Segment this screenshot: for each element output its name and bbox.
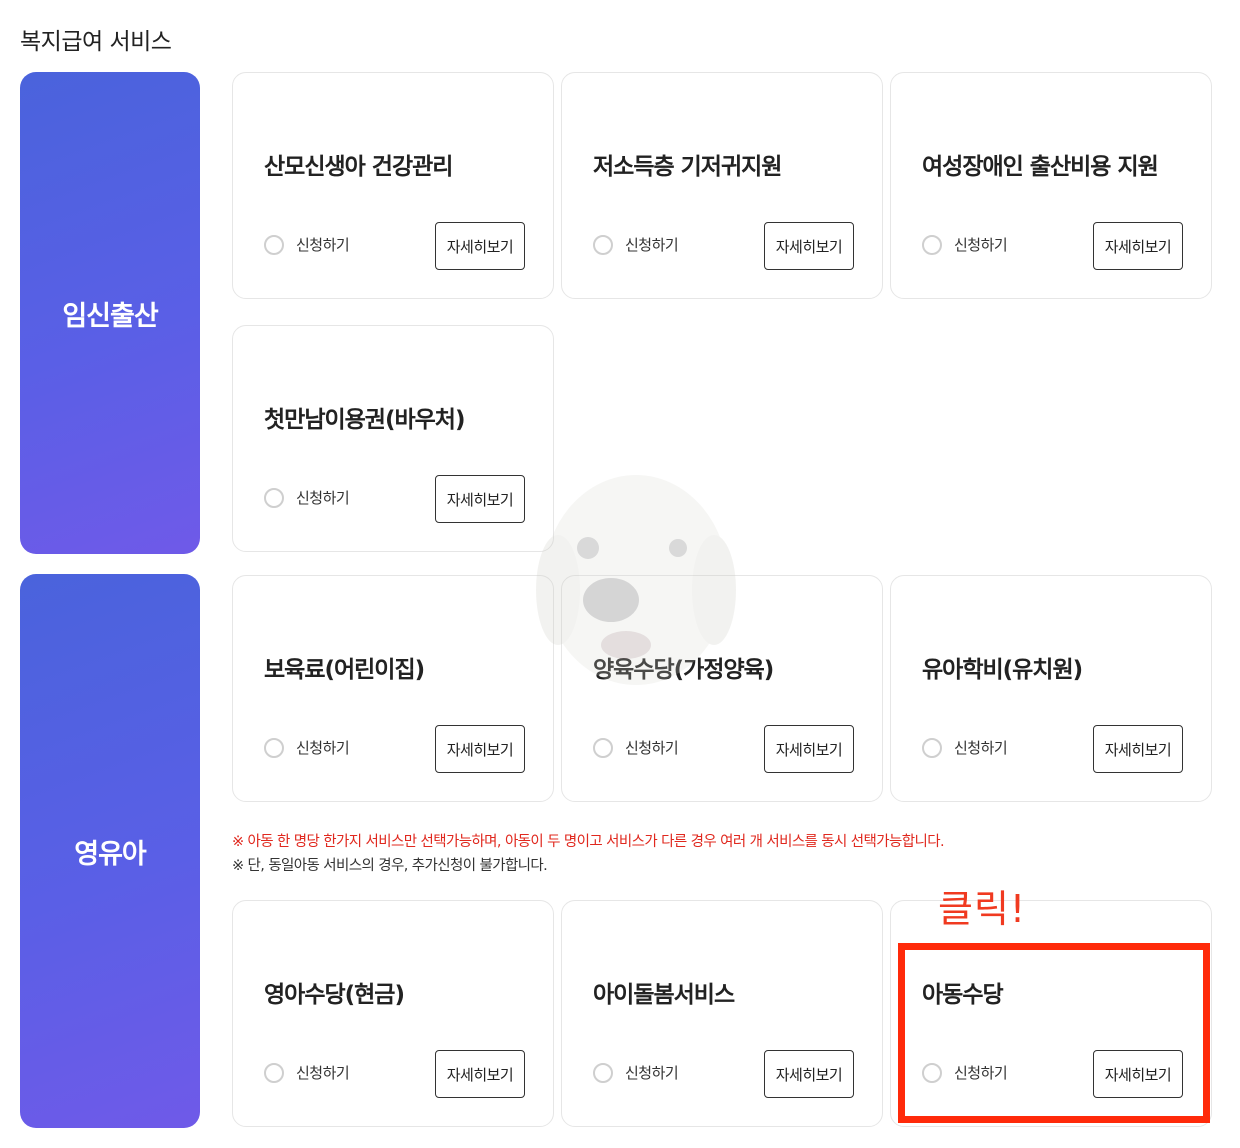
apply-radio[interactable]: 신청하기 [264,487,350,508]
service-title: 유아학비(유치원) [922,657,1083,683]
radio-circle[interactable] [264,234,284,255]
radio-circle[interactable] [593,737,613,758]
apply-label: 신청하기 [625,1064,679,1082]
radio-circle[interactable] [264,487,284,508]
apply-label: 신청하기 [296,739,350,757]
service-card: 저소득층 기저귀지원 신청하기 자세히보기 [561,72,883,299]
apply-label: 신청하기 [954,739,1008,757]
detail-button[interactable]: 자세히보기 [435,475,525,523]
service-card: 아이돌봄서비스 신청하기 자세히보기 [561,900,883,1127]
radio-circle[interactable] [922,234,942,255]
apply-radio[interactable]: 신청하기 [264,737,350,758]
notice-gray: ※ 단, 동일아동 서비스의 경우, 추가신청이 불가합니다. [232,858,548,874]
radio-circle[interactable] [593,234,613,255]
detail-button[interactable]: 자세히보기 [764,725,854,773]
apply-label: 신청하기 [296,1064,350,1082]
category-label: 영유아 [74,838,147,870]
radio-circle[interactable] [264,737,284,758]
detail-button[interactable]: 자세히보기 [1093,222,1183,270]
apply-label: 신청하기 [625,236,679,254]
service-title: 여성장애인 출산비용 지원 [922,154,1159,180]
apply-radio[interactable]: 신청하기 [264,1062,350,1083]
apply-radio[interactable]: 신청하기 [922,737,1008,758]
notice-red: ※ 아동 한 명당 한가지 서비스만 선택가능하며, 아동이 두 명이고 서비스… [232,834,945,850]
apply-label: 신청하기 [625,739,679,757]
service-card-child-allowance: 아동수당 신청하기 자세히보기 [890,900,1212,1127]
service-card: 양육수당(가정양육) 신청하기 자세히보기 [561,575,883,802]
service-title: 영아수당(현금) [264,982,405,1008]
detail-button[interactable]: 자세히보기 [435,1050,525,1098]
page-title: 복지급여 서비스 [20,29,172,55]
apply-radio[interactable]: 신청하기 [264,234,350,255]
radio-circle[interactable] [922,737,942,758]
service-card: 첫만남이용권(바우처) 신청하기 자세히보기 [232,325,554,552]
service-card: 여성장애인 출산비용 지원 신청하기 자세히보기 [890,72,1212,299]
service-title: 산모신생아 건강관리 [264,154,453,180]
service-card: 유아학비(유치원) 신청하기 자세히보기 [890,575,1212,802]
category-pregnancy: 임신출산 [20,72,200,554]
detail-button[interactable]: 자세히보기 [435,725,525,773]
radio-circle[interactable] [922,1062,942,1083]
detail-button[interactable]: 자세히보기 [1093,725,1183,773]
service-card: 보육료(어린이집) 신청하기 자세히보기 [232,575,554,802]
service-title: 보육료(어린이집) [264,657,425,683]
apply-radio[interactable]: 신청하기 [593,234,679,255]
apply-radio[interactable]: 신청하기 [593,1062,679,1083]
service-title: 양육수당(가정양육) [593,657,774,683]
service-card: 산모신생아 건강관리 신청하기 자세히보기 [232,72,554,299]
radio-circle[interactable] [264,1062,284,1083]
category-label: 임신출산 [62,300,158,332]
apply-label: 신청하기 [296,236,350,254]
apply-radio[interactable]: 신청하기 [593,737,679,758]
service-title: 아동수당 [922,982,1004,1008]
radio-circle[interactable] [593,1062,613,1083]
detail-button[interactable]: 자세히보기 [1093,1050,1183,1098]
category-infant: 영유아 [20,574,200,1128]
detail-button[interactable]: 자세히보기 [764,1050,854,1098]
service-title: 아이돌봄서비스 [593,982,735,1008]
apply-label: 신청하기 [954,236,1008,254]
apply-radio[interactable]: 신청하기 [922,1062,1008,1083]
apply-radio[interactable]: 신청하기 [922,234,1008,255]
service-card: 영아수당(현금) 신청하기 자세히보기 [232,900,554,1127]
service-title: 첫만남이용권(바우처) [264,407,465,433]
click-annotation-text: 클릭! [938,887,1027,931]
apply-label: 신청하기 [954,1064,1008,1082]
apply-label: 신청하기 [296,489,350,507]
service-title: 저소득층 기저귀지원 [593,154,782,180]
detail-button[interactable]: 자세히보기 [764,222,854,270]
detail-button[interactable]: 자세히보기 [435,222,525,270]
